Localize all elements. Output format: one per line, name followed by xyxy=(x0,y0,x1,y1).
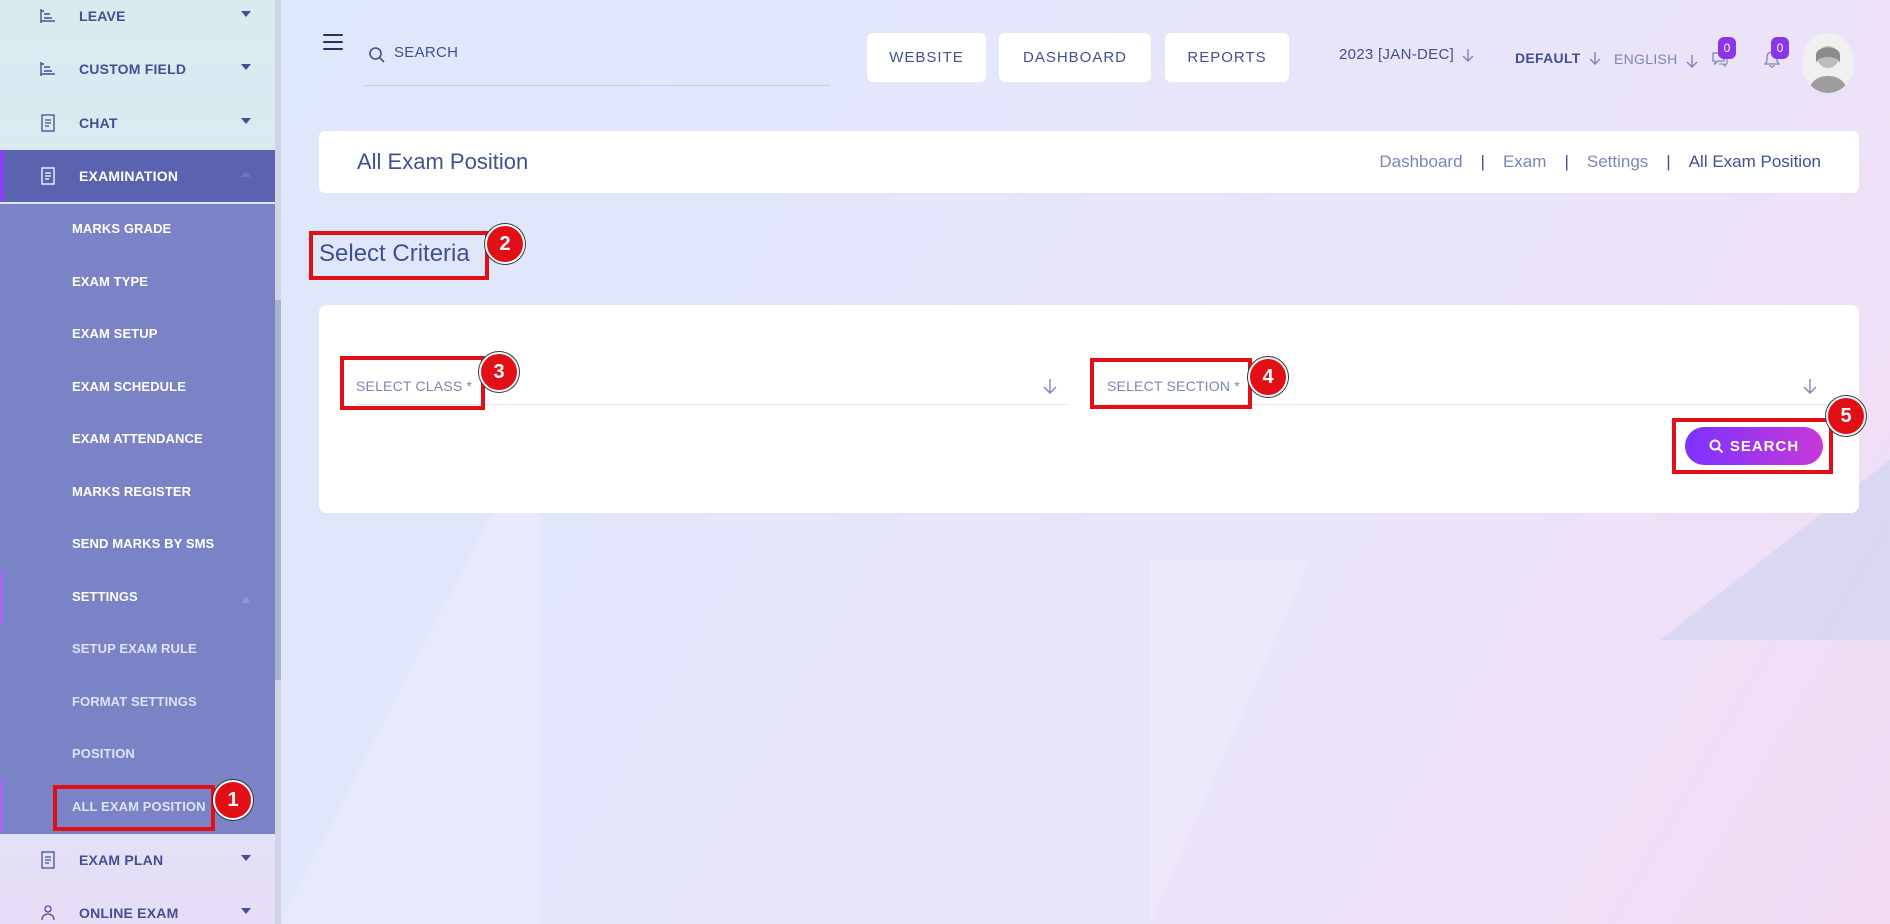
submenu-setup-exam-rule[interactable]: SETUP EXAM RULE xyxy=(72,641,197,656)
custom-field-icon xyxy=(38,59,58,79)
sidebar-item-label: EXAM PLAN xyxy=(79,852,164,868)
sidebar-item-label: EXAMINATION xyxy=(79,168,179,184)
submenu-exam-schedule[interactable]: EXAM SCHEDULE xyxy=(72,379,186,394)
criteria-card: SELECT CLASS * SELECT SECTION * SEARCH xyxy=(319,305,1859,513)
reports-button[interactable]: REPORTS xyxy=(1165,33,1289,82)
annotation-highlight-3 xyxy=(340,356,485,410)
exam-plan-icon xyxy=(38,850,58,870)
annotation-highlight-1 xyxy=(53,785,215,831)
search-input[interactable] xyxy=(394,44,794,61)
breadcrumb: Dashboard | Exam | Settings | All Exam P… xyxy=(1379,152,1821,172)
breadcrumb-exam[interactable]: Exam xyxy=(1503,152,1546,172)
avatar[interactable] xyxy=(1802,33,1854,93)
submenu-exam-type[interactable]: EXAM TYPE xyxy=(72,274,148,289)
breadcrumb-separator: | xyxy=(1480,152,1485,171)
submenu-marks-grade[interactable]: MARKS GRADE xyxy=(72,221,171,236)
language-dropdown[interactable]: ENGLISH xyxy=(1614,50,1698,68)
sidebar-item-label: ONLINE EXAM xyxy=(79,905,179,921)
examination-submenu: MARKS GRADE EXAM TYPE EXAM SETUP EXAM SC… xyxy=(0,204,275,834)
submenu-settings[interactable]: SETTINGS xyxy=(72,589,138,604)
submenu-exam-attendance[interactable]: EXAM ATTENDANCE xyxy=(72,431,203,446)
sidebar-scrollbar[interactable] xyxy=(275,0,281,924)
annotation-number-5: 5 xyxy=(1826,396,1866,436)
annotation-highlight-4 xyxy=(1090,358,1252,409)
breadcrumb-settings[interactable]: Settings xyxy=(1587,152,1648,172)
sidebar-item-label: CHAT xyxy=(79,115,118,131)
search-icon xyxy=(368,46,386,69)
annotation-number-1: 1 xyxy=(213,780,253,820)
arrow-down-icon xyxy=(1686,55,1698,68)
breadcrumb-separator: | xyxy=(1564,152,1569,171)
background-shape xyxy=(1150,560,1310,924)
breadcrumb-dashboard[interactable]: Dashboard xyxy=(1379,152,1462,172)
theme-value: DEFAULT xyxy=(1515,50,1581,66)
annotation-number-4: 4 xyxy=(1248,357,1288,397)
chat-count-badge: 0 xyxy=(1718,37,1736,59)
leave-icon xyxy=(38,6,58,26)
breadcrumb-separator: | xyxy=(1666,152,1671,171)
chevron-up-icon xyxy=(241,597,251,603)
chat-icon xyxy=(38,113,58,133)
annotation-highlight-5 xyxy=(1672,418,1833,474)
annotation-number-3: 3 xyxy=(479,352,519,392)
chevron-down-icon xyxy=(241,908,251,914)
breadcrumb-current: All Exam Position xyxy=(1688,152,1821,171)
website-button[interactable]: WEBSITE xyxy=(867,33,986,82)
chevron-down-icon xyxy=(241,11,251,17)
sidebar-item-label: CUSTOM FIELD xyxy=(79,61,187,77)
menu-toggle-icon[interactable] xyxy=(323,34,343,50)
arrow-down-icon xyxy=(1589,52,1601,65)
sidebar-item-online-exam[interactable]: ONLINE EXAM xyxy=(0,887,275,924)
examination-icon xyxy=(38,166,58,186)
language-value: ENGLISH xyxy=(1614,51,1678,67)
chevron-down-icon xyxy=(241,118,251,124)
theme-dropdown[interactable]: DEFAULT xyxy=(1515,50,1601,66)
submenu-format-settings[interactable]: FORMAT SETTINGS xyxy=(72,694,197,709)
sidebar-item-label: LEAVE xyxy=(79,8,126,24)
arrow-down-icon xyxy=(1803,378,1817,394)
page-title: All Exam Position xyxy=(357,149,529,174)
session-dropdown[interactable]: 2023 [JAN-DEC] xyxy=(1339,46,1474,63)
chevron-down-icon xyxy=(241,64,251,70)
sidebar-item-leave[interactable]: LEAVE xyxy=(0,0,275,42)
sidebar-item-custom-field[interactable]: CUSTOM FIELD xyxy=(0,43,275,95)
submenu-position[interactable]: POSITION xyxy=(72,746,135,761)
sidebar-item-examination[interactable]: EXAMINATION xyxy=(0,150,275,202)
arrow-down-icon xyxy=(1043,378,1057,394)
page-header: All Exam Position Dashboard | Exam | Set… xyxy=(319,131,1859,193)
submenu-send-marks-by-sms[interactable]: SEND MARKS BY SMS xyxy=(72,536,214,551)
session-value: 2023 [JAN-DEC] xyxy=(1339,46,1455,63)
chevron-down-icon xyxy=(241,855,251,861)
sidebar-item-chat[interactable]: CHAT xyxy=(0,97,275,149)
arrow-down-icon xyxy=(1462,48,1474,62)
search-bar xyxy=(364,38,830,86)
submenu-marks-register[interactable]: MARKS REGISTER xyxy=(72,484,191,499)
scrollbar-thumb[interactable] xyxy=(275,300,281,680)
notification-count-badge: 0 xyxy=(1771,37,1789,59)
chevron-up-icon xyxy=(241,171,251,177)
sidebar-item-exam-plan[interactable]: EXAM PLAN xyxy=(0,834,275,886)
annotation-number-2: 2 xyxy=(485,224,525,264)
dashboard-button[interactable]: DASHBOARD xyxy=(999,33,1151,82)
submenu-exam-setup[interactable]: EXAM SETUP xyxy=(72,326,158,341)
online-exam-icon xyxy=(38,903,58,923)
annotation-highlight-2 xyxy=(309,231,489,280)
